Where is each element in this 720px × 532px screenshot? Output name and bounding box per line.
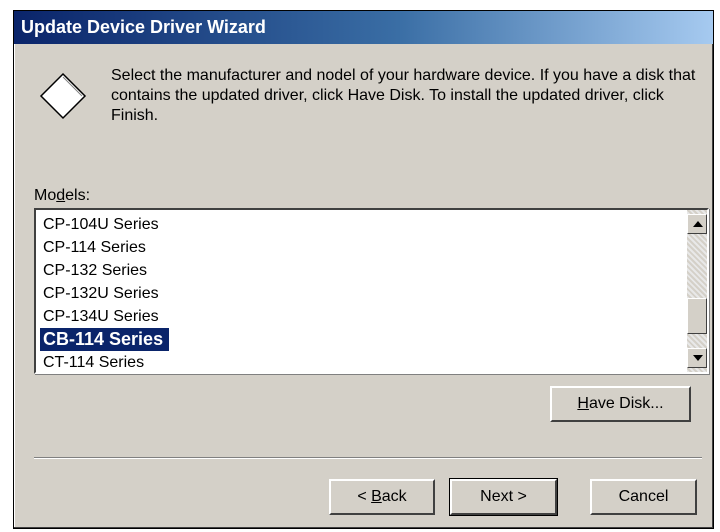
models-label: Models:: [34, 187, 91, 204]
list-item[interactable]: CP-104U Series: [40, 213, 685, 236]
window-title: Update Device Driver Wizard: [21, 17, 266, 37]
back-button[interactable]: < Back: [329, 479, 435, 515]
list-item-selected[interactable]: CB-114 Series: [40, 328, 170, 351]
next-button[interactable]: Next >: [449, 478, 558, 516]
title-bar[interactable]: Update Device Driver Wizard: [14, 11, 713, 44]
models-listbox[interactable]: CP-104U Series CP-114 Series CP-132 Seri…: [34, 208, 709, 374]
list-item[interactable]: CP-132 Series: [40, 259, 685, 282]
have-disk-button[interactable]: Have Disk...: [550, 386, 691, 422]
models-list: CP-104U Series CP-114 Series CP-132 Seri…: [40, 213, 685, 372]
scroll-thumb[interactable]: [687, 298, 707, 334]
scroll-down-button[interactable]: [687, 348, 707, 368]
separator: [34, 457, 702, 459]
wizard-window: Update Device Driver Wizard Select the m…: [13, 10, 714, 529]
scroll-down-arrow-icon: [693, 355, 703, 361]
instructions-text: Select the manufacturer and nodel of you…: [111, 67, 696, 124]
diamond-icon: [39, 72, 87, 120]
scroll-up-arrow-icon: [693, 221, 703, 227]
list-item[interactable]: CP-134U Series: [40, 305, 685, 328]
list-item[interactable]: CP-114 Series: [40, 236, 685, 259]
scroll-up-button[interactable]: [687, 214, 707, 234]
list-item[interactable]: CP-132U Series: [40, 282, 685, 305]
cancel-button[interactable]: Cancel: [590, 479, 697, 515]
list-item[interactable]: CT-114 Series: [40, 351, 685, 372]
vertical-scrollbar[interactable]: [687, 210, 707, 372]
